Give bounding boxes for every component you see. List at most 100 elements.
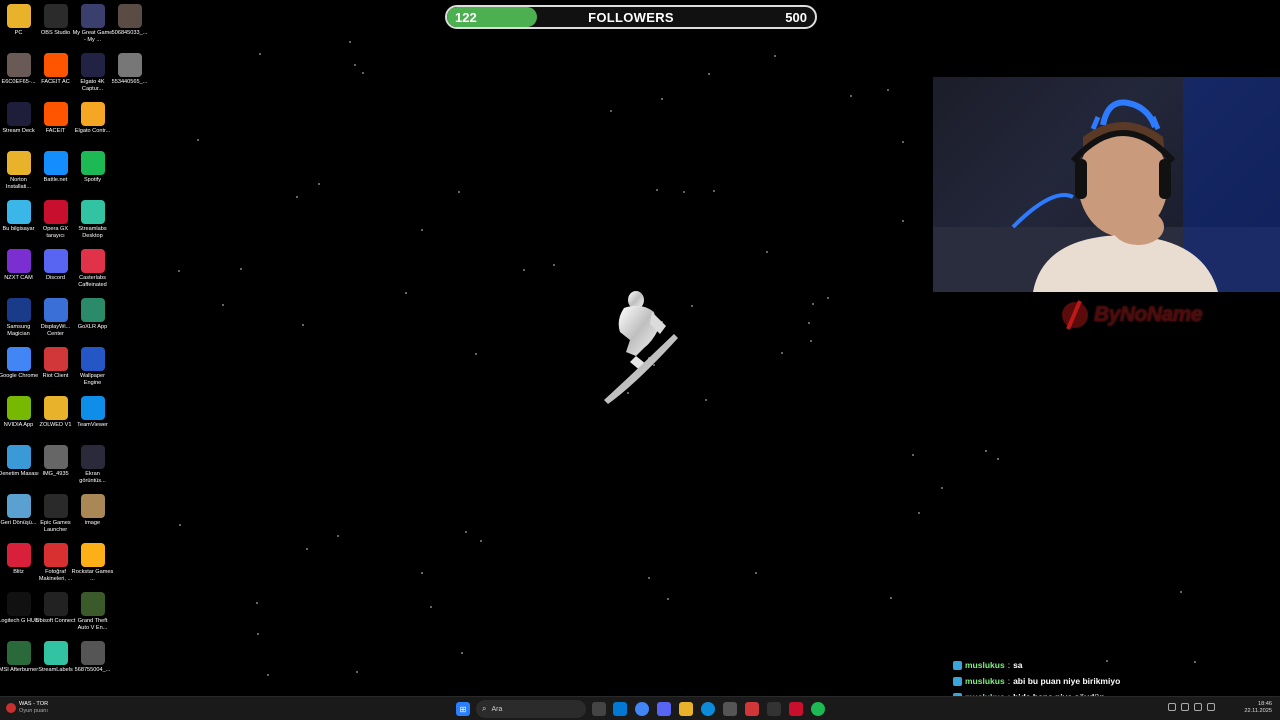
desktop-icon[interactable]: Wallpaper Engine xyxy=(74,347,111,387)
tray-chevron-icon[interactable] xyxy=(1168,703,1176,711)
store-icon[interactable] xyxy=(723,702,737,716)
microphone-icon[interactable] xyxy=(1181,703,1189,711)
desktop-icon-label: FACEIT AC xyxy=(41,79,70,85)
star xyxy=(917,511,920,514)
star xyxy=(179,524,182,527)
star xyxy=(464,530,467,533)
twitch-badge-icon xyxy=(953,660,962,670)
desktop-icon[interactable]: Opera GX tarayıcı xyxy=(37,200,74,240)
desktop-icon[interactable]: My Great Game - My ... xyxy=(73,4,112,44)
file-explorer-icon[interactable] xyxy=(679,702,693,716)
star xyxy=(902,141,905,144)
chrome-taskbar-icon[interactable] xyxy=(635,702,649,716)
taskbar-clock[interactable]: 18:46 22.11.2025 xyxy=(1244,701,1272,715)
desktop-icon[interactable]: Casterlabs Caffeinated xyxy=(74,249,111,289)
followers-goal-bar: 122 FOLLOWERS 500 xyxy=(445,5,817,29)
desktop-icon-label: FACEIT xyxy=(45,128,66,134)
volume-icon[interactable] xyxy=(1207,703,1215,711)
image-file-icon xyxy=(80,445,105,469)
spotify-taskbar-icon[interactable] xyxy=(811,702,825,716)
desktop-icon[interactable]: NZXT CAM xyxy=(0,249,37,282)
desktop-icon[interactable]: Stream Deck xyxy=(0,102,37,135)
star xyxy=(553,264,556,267)
star xyxy=(984,449,987,452)
desktop-icon[interactable]: 506845033_... xyxy=(111,4,148,37)
desktop-icon-label: 553440565_... xyxy=(111,79,148,85)
network-icon[interactable] xyxy=(1194,703,1202,711)
discord-taskbar-icon[interactable] xyxy=(657,702,671,716)
desktop-icon[interactable]: Riot Client xyxy=(37,347,74,380)
desktop-icon[interactable]: PC xyxy=(0,4,37,37)
desktop-icon[interactable]: Denetim Masası xyxy=(0,445,39,478)
edge-icon[interactable] xyxy=(701,702,715,716)
desktop-icon[interactable]: Norton Installati... xyxy=(0,151,37,191)
desktop-icon[interactable]: Discord xyxy=(37,249,74,282)
blitz-taskbar-icon[interactable] xyxy=(789,702,803,716)
start-icon[interactable]: ⊞ xyxy=(456,702,470,716)
streamlabs-icon xyxy=(80,200,105,224)
desktop-icon[interactable]: MSI Afterburner xyxy=(0,641,38,674)
copilot-icon[interactable] xyxy=(613,702,627,716)
taskbar-widget[interactable]: WAS - TOR Oyun puanı xyxy=(6,701,48,714)
desktop-icon[interactable]: Battle.net xyxy=(37,151,74,184)
desktop-icon[interactable]: NVIDIA App xyxy=(0,396,37,429)
desktop-icon[interactable]: StreamLabels xyxy=(37,641,74,674)
control-panel-icon xyxy=(6,445,31,469)
discord-icon xyxy=(43,249,68,273)
teamviewer-icon xyxy=(80,396,105,420)
image-file-icon xyxy=(80,641,105,665)
desktop-icon[interactable]: FACEIT xyxy=(37,102,74,135)
desktop-icon[interactable]: IMG_4935 xyxy=(37,445,74,478)
desktop-icon[interactable]: Samsung Magician xyxy=(0,298,37,338)
desktop-icon[interactable]: 568755004_... xyxy=(74,641,111,674)
desktop-icon[interactable]: E6C0EF65-... xyxy=(0,53,37,86)
star xyxy=(421,229,424,232)
desktop-icon[interactable]: Bu bilgisayar xyxy=(0,200,37,233)
desktop-icon[interactable]: Google Chrome xyxy=(0,347,38,380)
desktop-icon[interactable]: ZOLWED V1 xyxy=(37,396,74,429)
taskbar-search-box[interactable]: ⌕ Ara xyxy=(476,700,586,718)
star xyxy=(256,632,259,635)
desktop-icon[interactable]: OBS Studio xyxy=(37,4,74,37)
desktop-icon[interactable]: Streamlabs Desktop xyxy=(74,200,111,240)
task-view-icon[interactable] xyxy=(592,702,606,716)
brand-slash-icon xyxy=(1062,300,1088,330)
faceit-taskbar-icon[interactable] xyxy=(745,702,759,716)
nvidia-icon xyxy=(6,396,31,420)
star xyxy=(997,457,1000,460)
desktop-icon[interactable]: Logitech G HUB xyxy=(0,592,39,625)
desktop-icon[interactable]: image xyxy=(74,494,111,527)
desktop-icon[interactable]: TeamViewer xyxy=(74,396,111,429)
desktop-icon[interactable]: Elgato Contr... xyxy=(74,102,111,135)
desktop-icon[interactable]: Ekran görüntüs... xyxy=(74,445,111,485)
desktop-icon[interactable]: Rockstar Games ... xyxy=(72,543,113,583)
star xyxy=(267,673,270,676)
streamdeck-taskbar-icon[interactable] xyxy=(767,702,781,716)
desktop-icon-label: Ubisoft Connect xyxy=(35,618,76,624)
star xyxy=(318,183,321,186)
star xyxy=(766,251,769,254)
desktop-icon[interactable]: GoXLR App xyxy=(74,298,111,331)
star xyxy=(704,398,707,401)
desktop-icon-label: Grand Theft Auto V En... xyxy=(77,618,108,631)
desktop-icon[interactable]: DisplayWi... Center xyxy=(37,298,74,338)
desktop-icon[interactable]: Grand Theft Auto V En... xyxy=(74,592,111,632)
desktop-icon[interactable]: Elgato 4K Captur... xyxy=(74,53,111,93)
desktop-icon[interactable]: 553440565_... xyxy=(111,53,148,86)
star xyxy=(774,55,777,58)
image-file-icon xyxy=(117,53,142,77)
desktop-icon[interactable]: Epic Games Launcher xyxy=(37,494,74,534)
desktop-icon[interactable]: Geri Dönüşü... xyxy=(0,494,37,527)
desktop-icon-label: Epic Games Launcher xyxy=(40,520,71,533)
desktop-icon[interactable]: Fotoğraf Makineleri, ... xyxy=(37,543,74,583)
display-icon xyxy=(43,298,68,322)
chat-message: muslukus: sa xyxy=(953,657,1253,673)
game-icon xyxy=(80,4,105,28)
msi-afterburner-icon xyxy=(6,641,31,665)
star xyxy=(648,576,651,579)
desktop-icon[interactable]: Ubisoft Connect xyxy=(35,592,76,625)
desktop-icon[interactable]: Blitz xyxy=(0,543,37,576)
desktop-icon[interactable]: FACEIT AC xyxy=(37,53,74,86)
desktop-icon[interactable]: Spotify xyxy=(74,151,111,184)
star xyxy=(708,73,711,76)
